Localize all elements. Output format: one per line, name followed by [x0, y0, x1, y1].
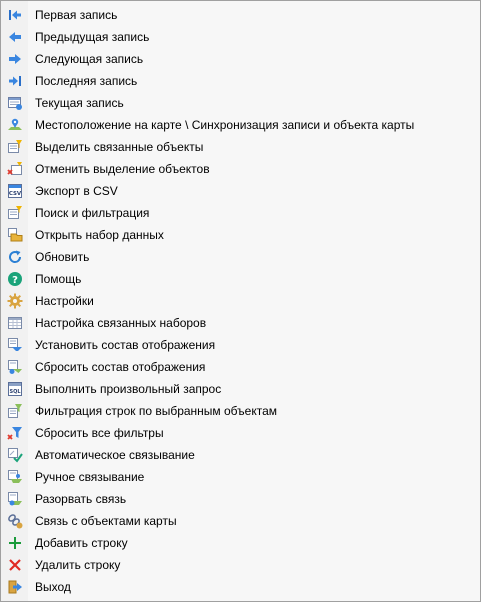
reset-display-icon: [7, 359, 23, 375]
set-display-icon: [7, 337, 23, 353]
settings-icon: [7, 293, 23, 309]
current-record-icon: [7, 95, 23, 111]
reset-filters-icon: [7, 425, 23, 441]
linked-sets-settings-icon: [7, 315, 23, 331]
menu-item-map-objects-link[interactable]: Связь с объектами карты: [1, 510, 480, 532]
csv-export-icon: CSV: [7, 183, 23, 199]
menu-item-last-record[interactable]: Последняя запись: [1, 70, 480, 92]
menu-item-settings[interactable]: Настройки: [1, 290, 480, 312]
menu-item-custom-query[interactable]: SQL Выполнить произвольный запрос: [1, 378, 480, 400]
menu-item-filter-by-objects[interactable]: Фильтрация строк по выбранным объектам: [1, 400, 480, 422]
menu-item-add-row[interactable]: Добавить строку: [1, 532, 480, 554]
menu-item-linked-sets-settings[interactable]: Настройка связанных наборов: [1, 312, 480, 334]
last-record-icon: [7, 73, 23, 89]
deselect-objects-icon: [7, 161, 23, 177]
map-location-icon: [7, 117, 23, 133]
previous-record-icon: [7, 29, 23, 45]
svg-text:?: ?: [12, 275, 18, 286]
next-record-icon: [7, 51, 23, 67]
svg-text:SQL: SQL: [9, 389, 21, 395]
menu-item-current-record[interactable]: Текущая запись: [1, 92, 480, 114]
break-link-icon: [7, 491, 23, 507]
menu-item-auto-link[interactable]: Автоматическое связывание: [1, 444, 480, 466]
menu-item-open-dataset[interactable]: Открыть набор данных: [1, 224, 480, 246]
menu-item-refresh[interactable]: Обновить: [1, 246, 480, 268]
menu-item-select-linked[interactable]: Выделить связанные объекты: [1, 136, 480, 158]
delete-row-icon: [7, 557, 23, 573]
add-row-icon: [7, 535, 23, 551]
search-filter-icon: [7, 205, 23, 221]
refresh-icon: [7, 249, 23, 265]
context-menu: Первая запись Предыдущая запись Следующа…: [0, 0, 481, 602]
menu-item-help[interactable]: ? Помощь: [1, 268, 480, 290]
menu-items: Первая запись Предыдущая запись Следующа…: [1, 4, 480, 598]
select-linked-icon: [7, 139, 23, 155]
menu-item-set-display[interactable]: Установить состав отображения: [1, 334, 480, 356]
menu-item-csv-export[interactable]: CSV Экспорт в CSV: [1, 180, 480, 202]
menu-item-manual-link[interactable]: Ручное связывание: [1, 466, 480, 488]
menu-item-search-filter[interactable]: Поиск и фильтрация: [1, 202, 480, 224]
menu-item-map-location[interactable]: Местоположение на карте \ Синхронизация …: [1, 114, 480, 136]
menu-item-next-record[interactable]: Следующая запись: [1, 48, 480, 70]
first-record-icon: [7, 7, 23, 23]
svg-text:CSV: CSV: [9, 191, 22, 197]
menu-item-first-record[interactable]: Первая запись: [1, 4, 480, 26]
exit-icon: [7, 579, 23, 595]
menu-item-exit[interactable]: Выход: [1, 576, 480, 598]
help-icon: ?: [7, 271, 23, 287]
menu-item-reset-filters[interactable]: Сбросить все фильтры: [1, 422, 480, 444]
custom-query-icon: SQL: [7, 381, 23, 397]
menu-item-reset-display[interactable]: Сбросить состав отображения: [1, 356, 480, 378]
menu-item-delete-row[interactable]: Удалить строку: [1, 554, 480, 576]
filter-by-objects-icon: [7, 403, 23, 419]
menu-item-break-link[interactable]: Разорвать связь: [1, 488, 480, 510]
auto-link-icon: [7, 447, 23, 463]
open-dataset-icon: [7, 227, 23, 243]
map-objects-link-icon: [7, 513, 23, 529]
manual-link-icon: [7, 469, 23, 485]
menu-item-previous-record[interactable]: Предыдущая запись: [1, 26, 480, 48]
menu-item-deselect-objects[interactable]: Отменить выделение объектов: [1, 158, 480, 180]
